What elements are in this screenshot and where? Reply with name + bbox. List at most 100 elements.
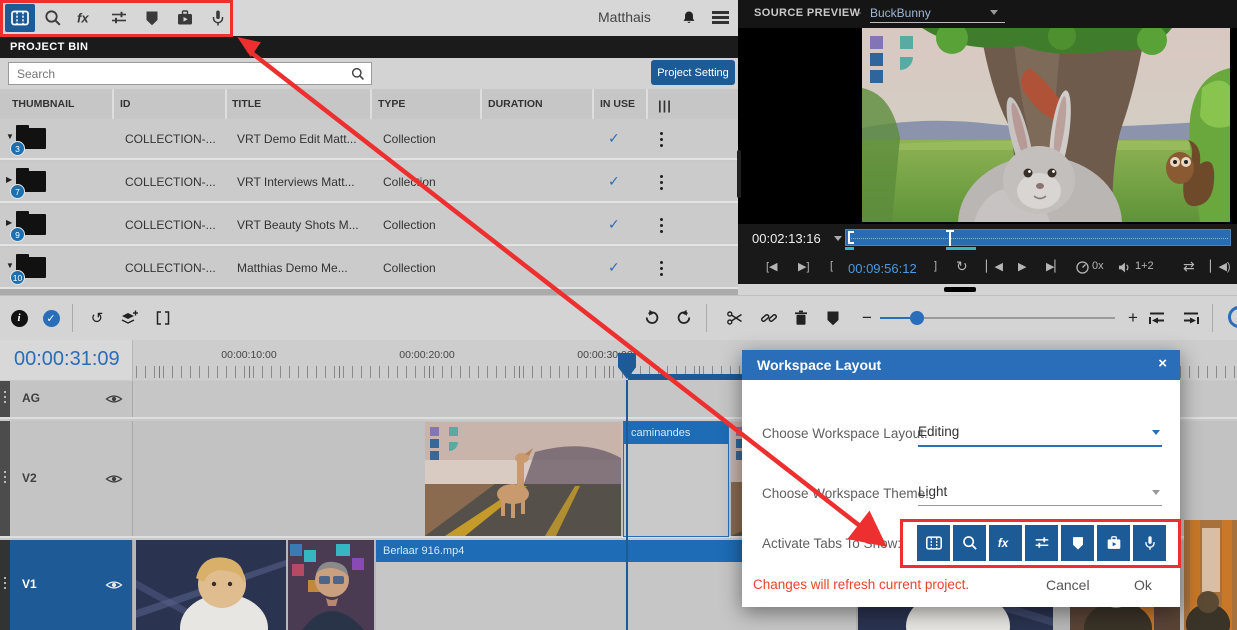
reset-icon[interactable]: ↺	[86, 307, 108, 329]
col-in-use[interactable]: IN USE	[600, 98, 635, 110]
clip-interview-2[interactable]	[288, 540, 374, 630]
timeline-current-timecode: 00:00:31:09	[14, 348, 120, 371]
tab-project-bin[interactable]	[5, 4, 35, 32]
add-layer-icon[interactable]	[118, 307, 140, 329]
jump-to-in-button[interactable]: [◀	[766, 260, 778, 273]
col-duration[interactable]: DURATION	[488, 98, 543, 110]
tab-transcript[interactable]	[71, 4, 101, 32]
eye-icon[interactable]	[104, 389, 124, 409]
track-drag-handle[interactable]	[0, 540, 10, 630]
panel-divider-handle[interactable]	[737, 150, 741, 198]
user-name: Matthais	[598, 9, 651, 25]
tab-toggle-search[interactable]	[953, 525, 986, 561]
col-type[interactable]: TYPE	[378, 98, 405, 110]
close-icon[interactable]: ×	[1158, 355, 1167, 372]
mark-in-button[interactable]: [	[830, 260, 833, 272]
match-frame-icon[interactable]	[152, 307, 174, 329]
col-title[interactable]: TITLE	[232, 98, 261, 110]
delete-button[interactable]	[790, 307, 812, 329]
speaker-icon[interactable]	[1116, 259, 1133, 276]
ok-button[interactable]: Ok	[1128, 576, 1158, 594]
tab-toggle-library[interactable]	[1097, 525, 1130, 561]
track-v1-header[interactable]: V1	[0, 540, 133, 630]
tab-library[interactable]	[170, 4, 200, 32]
prev-frame-button[interactable]: ▏◀	[986, 260, 1003, 273]
theme-select[interactable]: Light	[918, 484, 1162, 506]
tab-toggle-project-bin[interactable]	[917, 525, 950, 561]
insert-edit-button[interactable]	[1146, 307, 1168, 329]
eye-icon[interactable]	[104, 575, 124, 595]
project-setting-button[interactable]: Project Setting	[651, 60, 735, 85]
zoom-slider-knob[interactable]	[910, 311, 924, 325]
row-menu-icon[interactable]	[660, 218, 663, 221]
microphone-icon	[208, 8, 228, 28]
ruler-label: 00:00:20:00	[399, 349, 454, 361]
info-button[interactable]: i	[8, 307, 30, 329]
eye-icon[interactable]	[104, 469, 124, 489]
video-preview[interactable]	[862, 28, 1230, 222]
tab-toggle-voice-over[interactable]	[1133, 525, 1166, 561]
zoom-in-button[interactable]: +	[1122, 307, 1144, 329]
track-v2-header[interactable]: V2	[0, 421, 133, 536]
scrubber-playhead[interactable]	[949, 230, 951, 246]
expand-caret-icon[interactable]: ▼	[6, 261, 14, 270]
next-frame-button[interactable]: ▶▏	[1046, 260, 1063, 273]
tab-settings[interactable]	[104, 4, 134, 32]
source-clip-selector[interactable]: BuckBunny	[870, 6, 1005, 23]
shuttle-icon[interactable]: ⇄	[1183, 258, 1195, 275]
speed-gauge-icon[interactable]	[1074, 259, 1091, 276]
redo-button[interactable]	[674, 307, 696, 329]
tab-toggle-transcript[interactable]	[989, 525, 1022, 561]
tab-toggle-settings[interactable]	[1025, 525, 1058, 561]
loop-icon[interactable]: ↻	[956, 258, 968, 275]
menu-button[interactable]	[712, 11, 729, 24]
table-row[interactable]: ▶ 9 COLLECTION-... VRT Beauty Shots M...…	[0, 205, 738, 246]
zoom-out-button[interactable]: −	[856, 307, 878, 329]
clip-caminandes-selected[interactable]: caminandes	[623, 421, 729, 537]
cut-button[interactable]	[724, 307, 746, 329]
item-count-badge: 7	[10, 184, 25, 199]
col-id[interactable]: ID	[120, 98, 131, 110]
go-to-end-icon[interactable]: ▏◀)	[1210, 260, 1231, 273]
clip-thumbnail	[1184, 520, 1237, 630]
cancel-button[interactable]: Cancel	[1040, 576, 1096, 594]
table-row[interactable]: ▼ 10 COLLECTION-... Matthias Demo Me... …	[0, 248, 738, 289]
clip-doorway[interactable]	[1184, 520, 1237, 630]
clip-interview-1[interactable]	[136, 540, 286, 630]
play-button[interactable]: ▶	[1018, 260, 1026, 273]
row-menu-icon[interactable]	[660, 261, 663, 264]
expand-caret-icon[interactable]: ▶	[6, 218, 12, 227]
clip-caminandes-video[interactable]	[425, 422, 621, 536]
row-menu-icon[interactable]	[660, 132, 663, 135]
search-input[interactable]	[8, 62, 372, 85]
track-drag-handle[interactable]	[0, 381, 10, 417]
table-row[interactable]: ▶ 7 COLLECTION-... VRT Interviews Matt..…	[0, 162, 738, 203]
row-menu-icon[interactable]	[660, 175, 663, 178]
track-drag-handle[interactable]	[0, 421, 10, 536]
preview-position-timecode[interactable]: 00:02:13:16	[752, 231, 821, 246]
layout-select[interactable]: Editing	[918, 424, 1162, 447]
panel-resize-handle[interactable]	[944, 287, 976, 292]
mark-out-button[interactable]: ]	[934, 260, 937, 272]
jump-to-out-button[interactable]: ▶]	[798, 260, 810, 273]
tab-search[interactable]	[38, 4, 68, 32]
marker-button[interactable]	[822, 307, 844, 329]
expand-caret-icon[interactable]: ▼	[6, 132, 14, 141]
preview-scrubber[interactable]	[845, 229, 1231, 246]
tab-voice-over[interactable]	[203, 4, 233, 32]
overwrite-edit-button[interactable]	[1180, 307, 1202, 329]
table-row[interactable]: ▼ 3 COLLECTION-... VRT Demo Edit Matt...…	[0, 119, 738, 160]
tab-markers[interactable]	[137, 4, 167, 32]
chevron-down-icon[interactable]	[834, 236, 842, 245]
expand-caret-icon[interactable]: ▶	[6, 175, 12, 184]
columns-config-icon[interactable]: |||	[658, 98, 672, 113]
notifications-button[interactable]	[674, 4, 704, 32]
tab-toggle-markers[interactable]	[1061, 525, 1094, 561]
approve-button[interactable]: ✓	[40, 307, 62, 329]
unlink-button[interactable]	[758, 307, 780, 329]
undo-button[interactable]	[640, 307, 662, 329]
chevron-down-icon[interactable]	[990, 10, 998, 19]
track-ag-header[interactable]: AG	[0, 381, 133, 417]
col-thumbnail[interactable]: THUMBNAIL	[12, 98, 74, 110]
timeline-zoom-slider[interactable]	[880, 317, 1115, 319]
